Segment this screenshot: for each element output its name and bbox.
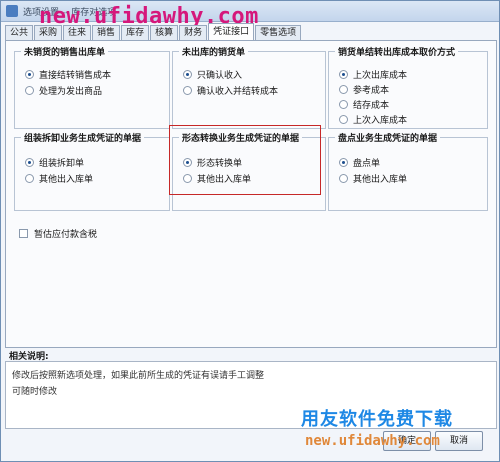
group-unsold-outbound: 未销货的销售出库单 直接结转销售成本 处理为发出商品: [14, 45, 170, 129]
radio-option[interactable]: 只确认收入: [183, 68, 242, 81]
radio-option[interactable]: 直接结转销售成本: [25, 68, 111, 81]
tab-retail-options[interactable]: 零售选项: [255, 25, 302, 41]
description-line: 修改后按照新选项处理，如果此前所生成的凭证有误请手工调整: [12, 371, 265, 381]
radio-option[interactable]: 结存成本: [339, 98, 389, 111]
group-stocktake: 盘点业务生成凭证的单据 盘点单 其他出入库单: [328, 131, 488, 211]
radio-option[interactable]: 其他出入库单: [25, 172, 93, 185]
group-cost-pricing: 销货单结转出库成本取价方式 上次出库成本 参考成本 结存成本 上次入库成本: [328, 45, 488, 129]
radio-option[interactable]: 处理为发出商品: [25, 84, 102, 97]
watermark-bottom-url: new.ufidawhy.com: [305, 433, 440, 449]
radio-option[interactable]: 确认收入并结转成本: [183, 84, 278, 97]
tab-voucher-interface[interactable]: 凭证接口: [208, 23, 255, 41]
tab-inventory[interactable]: 库存: [121, 25, 150, 41]
group-assembly: 组装拆卸业务生成凭证的单据 组装拆卸单 其他出入库单: [14, 131, 170, 211]
cancel-button[interactable]: 取消: [435, 431, 483, 451]
tab-accounts[interactable]: 往来: [63, 25, 92, 41]
group-title: 组装拆卸业务生成凭证的单据: [21, 131, 145, 144]
description-line: 可随时修改: [12, 387, 58, 397]
radio-option[interactable]: 盘点单: [339, 156, 380, 169]
group-title: 销货单结转出库成本取价方式: [335, 45, 459, 58]
tab-common[interactable]: 公共: [5, 25, 34, 41]
tab-strip: 公共 采购 往来 销售 库存 核算 财务 凭证接口 零售选项: [5, 23, 302, 41]
radio-option[interactable]: 其他出入库单: [339, 172, 407, 185]
group-title: 盘点业务生成凭证的单据: [335, 131, 441, 144]
app-icon: [6, 5, 18, 17]
group-title: 未销货的销售出库单: [21, 45, 109, 58]
radio-option[interactable]: 参考成本: [339, 83, 389, 96]
estimate-tax-checkbox[interactable]: 暂估应付款含税: [19, 227, 97, 240]
radio-option[interactable]: 上次入库成本: [339, 113, 407, 126]
radio-option[interactable]: 上次出库成本: [339, 68, 407, 81]
watermark-bottom-cn: 用友软件免费下载: [301, 409, 453, 430]
options-dialog: 选项设置 -- 库存对选项 new.ufidawhy.com 公共 采购 往来 …: [0, 0, 500, 462]
tab-costing[interactable]: 核算: [150, 25, 179, 41]
checkbox-box[interactable]: [19, 229, 28, 238]
group-unshipped-sales: 未出库的销货单 只确认收入 确认收入并结转成本: [172, 45, 326, 129]
highlight-box: [169, 125, 321, 195]
group-title: 未出库的销货单: [179, 45, 249, 58]
tab-sales[interactable]: 销售: [92, 25, 121, 41]
radio-option[interactable]: 组装拆卸单: [25, 156, 84, 169]
tab-finance[interactable]: 财务: [179, 25, 208, 41]
tab-purchase[interactable]: 采购: [34, 25, 63, 41]
checkbox-label: 暂估应付款含税: [34, 230, 98, 240]
